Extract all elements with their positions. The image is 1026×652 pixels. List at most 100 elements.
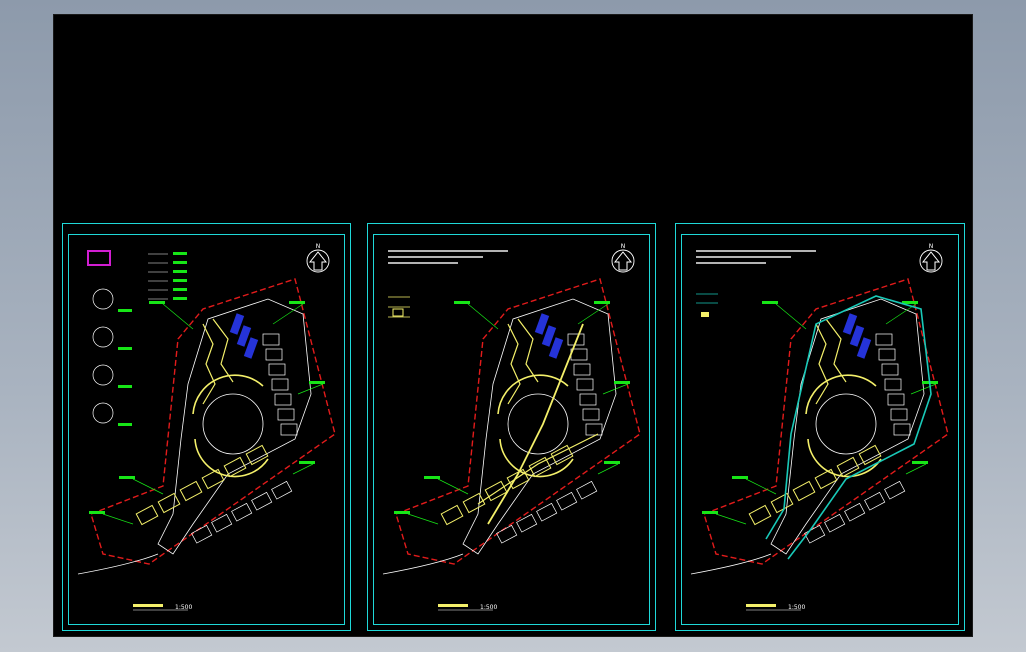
row-building <box>440 504 464 526</box>
row-building <box>748 504 772 526</box>
row-building-lower <box>496 524 518 544</box>
annotation-text-bar <box>912 461 928 464</box>
drawing-sheet-3[interactable]: N 1:500 <box>675 223 965 631</box>
drawing-sheet-1[interactable]: N 1:500 <box>62 223 351 631</box>
site-inner-outline <box>462 298 617 555</box>
legend-detail-circle <box>92 364 114 386</box>
row-building <box>157 492 181 514</box>
building-block-upper <box>202 318 234 405</box>
crescent-building <box>805 374 882 478</box>
plan-group: N1:500 <box>77 243 336 611</box>
row-building <box>201 468 225 490</box>
legend-label <box>173 288 187 291</box>
annotation-text-bar <box>394 511 410 514</box>
annotation-leader <box>715 513 747 525</box>
annotation-leader <box>102 513 134 525</box>
annotation-leader <box>577 303 609 325</box>
legend-symbol-box <box>392 308 404 317</box>
general-note-line <box>388 262 458 264</box>
unit-building <box>262 333 280 346</box>
plan-group: N1:500 <box>382 243 641 611</box>
unit-building <box>585 423 603 436</box>
annotation-leader <box>437 478 469 495</box>
unit-building <box>576 378 594 391</box>
north-arrow-glyph <box>308 251 328 271</box>
legend-detail-circle <box>92 288 114 310</box>
legend-detail-circle <box>92 402 114 424</box>
legend-label <box>173 261 187 264</box>
row-building-lower <box>576 480 598 500</box>
annotation-text-bar <box>424 476 440 479</box>
site-plan-2: N1:500 <box>382 243 641 611</box>
annotation-text-bar <box>604 461 620 464</box>
title-block-mark <box>133 604 163 607</box>
annotation-text-bar <box>454 301 470 304</box>
row-building <box>814 468 838 490</box>
annotation-leader <box>132 478 164 495</box>
crescent-building <box>192 374 269 478</box>
building-block-upper <box>507 318 539 405</box>
row-building-lower <box>536 502 558 522</box>
unit-building <box>277 408 295 421</box>
plan-group: N1:500 <box>690 243 949 611</box>
row-building <box>179 480 203 502</box>
row-building-lower <box>824 513 846 533</box>
central-plaza-circle <box>507 393 569 455</box>
cad-model-space[interactable]: N 1:500 N 1:500 N 1:500 <box>54 15 972 636</box>
central-plaza-circle <box>202 393 264 455</box>
annotation-text-bar <box>309 381 325 384</box>
general-note-line <box>696 262 766 264</box>
annotation-text-bar <box>149 301 165 304</box>
unit-building <box>884 378 902 391</box>
north-arrow-label: N <box>929 243 934 250</box>
central-plaza-circle <box>815 393 877 455</box>
row-building <box>792 480 816 502</box>
annotation-text-bar <box>614 381 630 384</box>
row-building <box>770 492 794 514</box>
unit-building <box>265 348 283 361</box>
row-building-lower <box>251 491 273 511</box>
row-building-lower <box>556 491 578 511</box>
unit-building <box>271 378 289 391</box>
legend-detail-label <box>118 309 132 312</box>
drawing-sheet-2[interactable]: N 1:500 <box>367 223 656 631</box>
annotation-leader <box>745 478 777 495</box>
annotation-text-bar <box>119 476 135 479</box>
unit-building <box>890 408 908 421</box>
row-building-lower <box>211 513 233 533</box>
building-block-upper <box>815 318 847 405</box>
row-building-lower <box>864 491 886 511</box>
annotation-leader <box>162 303 194 330</box>
annotation-leader <box>597 463 619 475</box>
row-building-lower <box>191 524 213 544</box>
general-note-line <box>388 250 508 252</box>
unit-building <box>887 393 905 406</box>
site-inner-outline <box>770 298 925 555</box>
north-arrow: N <box>919 243 943 273</box>
row-building-lower <box>844 502 866 522</box>
annotation-text-bar <box>732 476 748 479</box>
unit-building <box>573 363 591 376</box>
unit-building <box>579 393 597 406</box>
annotation-text-bar <box>299 461 315 464</box>
row-building <box>462 492 486 514</box>
unit-building <box>878 348 896 361</box>
unit-building <box>881 363 899 376</box>
legend-detail-circle <box>92 326 114 348</box>
row-building <box>223 456 247 478</box>
unit-building <box>280 423 298 436</box>
title-block-mark <box>438 604 468 607</box>
annotation-text-bar <box>89 511 105 514</box>
annotation-leader <box>292 463 314 475</box>
annotation-text-bar <box>594 301 610 304</box>
site-plan-1: N1:500 <box>77 243 336 611</box>
annotation-leader <box>775 303 807 330</box>
row-building-lower <box>884 480 906 500</box>
title-block-mark <box>746 604 776 607</box>
crescent-building <box>497 374 574 478</box>
north-arrow-label: N <box>316 243 321 250</box>
legend-label <box>173 252 187 255</box>
site-plan-3: N1:500 <box>690 243 949 611</box>
north-arrow: N <box>306 243 330 273</box>
general-note-line <box>388 256 483 258</box>
